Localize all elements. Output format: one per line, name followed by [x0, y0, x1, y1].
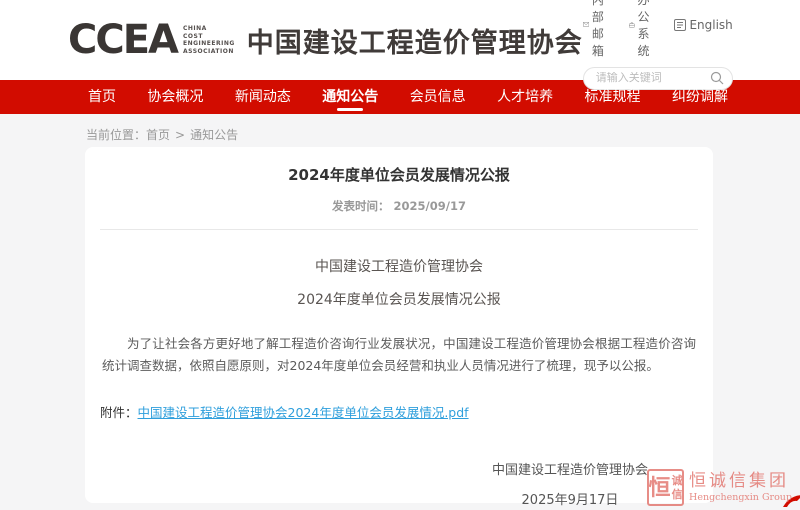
watermark-name: 恒诚信集团 [689, 472, 792, 491]
logo-sub-line: CHINA [183, 25, 235, 33]
logo-sub-line: COST [183, 33, 235, 41]
site-header: CCEA CHINA COST ENGINEERING ASSOCIATION … [0, 0, 800, 80]
signature-name: 中国建设工程造价管理协会 [492, 459, 648, 478]
org-name: 中国建设工程造价管理协会 [247, 21, 583, 60]
nav-item-members[interactable]: 会员信息 [410, 80, 466, 114]
signature-date: 2025年9月17日 [492, 489, 648, 508]
attachment-label: 附件： [100, 405, 138, 420]
breadcrumb: 当前位置：首页 > 通知公告 [0, 114, 800, 147]
logo-sub-line: ASSOCIATION [183, 48, 235, 56]
hengchengxin-seal-icon: 恒 诚 信 [647, 469, 684, 506]
link-office-system[interactable]: 办公系统 [629, 0, 659, 59]
utility-link-label: 办公系统 [638, 0, 659, 59]
breadcrumb-current: 通知公告 [190, 128, 238, 142]
briefcase-icon [629, 19, 635, 31]
nav-item-news[interactable]: 新闻动态 [235, 80, 291, 114]
watermark-name-en: Hengchengxin Group [689, 492, 792, 503]
logo-sub-line: ENGINEERING [183, 40, 235, 48]
article-paragraph: 为了让社会各方更好地了解工程造价咨询行业发展状况，中国建设工程造价管理协会根据工… [100, 333, 698, 377]
seal-char: 信 [672, 488, 683, 501]
nav-item-notices[interactable]: 通知公告 [322, 80, 378, 114]
publish-date: 发表时间： 2025/09/17 [100, 198, 698, 214]
site-logo[interactable]: CCEA CHINA COST ENGINEERING ASSOCIATION … [68, 20, 583, 60]
article-body-title: 2024年度单位会员发展情况公报 [100, 289, 698, 309]
watermark-text: 恒诚信集团 Hengchengxin Group [689, 472, 792, 503]
logo-subtext: CHINA COST ENGINEERING ASSOCIATION [183, 25, 235, 55]
utility-link-label: English [689, 18, 732, 32]
book-icon [674, 19, 686, 31]
nav-item-mediation[interactable]: 纠纷调解 [672, 80, 728, 114]
breadcrumb-home-link[interactable]: 首页 [146, 128, 170, 142]
mail-icon [583, 19, 589, 30]
link-internal-mail[interactable]: 内部邮箱 [583, 0, 613, 59]
breadcrumb-label: 当前位置： [86, 128, 146, 142]
article-card: 2024年度单位会员发展情况公报 发表时间： 2025/09/17 中国建设工程… [85, 147, 713, 503]
nav-item-standards[interactable]: 标准规程 [585, 80, 641, 114]
main-nav: 首页 协会概况 新闻动态 通知公告 会员信息 人才培养 标准规程 纠纷调解 [0, 80, 800, 114]
article-title: 2024年度单位会员发展情况公报 [100, 164, 698, 185]
seal-char: 诚 [672, 474, 683, 487]
signature-block: 中国建设工程造价管理协会 2025年9月17日 [100, 459, 698, 508]
watermark: 恒 诚 信 恒诚信集团 Hengchengxin Group [647, 469, 792, 506]
logo-acronym: CCEA [68, 20, 177, 60]
attachment-row: 附件：中国建设工程造价管理协会2024年度单位会员发展情况.pdf [100, 402, 698, 421]
nav-item-training[interactable]: 人才培养 [497, 80, 553, 114]
divider [100, 229, 698, 230]
article-body-org: 中国建设工程造价管理协会 [100, 256, 698, 276]
utility-links: 内部邮箱 办公系统 English [583, 0, 733, 59]
nav-item-about[interactable]: 协会概况 [147, 80, 203, 114]
header-right: 内部邮箱 办公系统 English [583, 0, 733, 90]
link-english[interactable]: English [674, 18, 732, 32]
utility-link-label: 内部邮箱 [592, 0, 613, 59]
breadcrumb-separator: > [175, 128, 185, 142]
seal-char: 恒 [649, 477, 671, 499]
attachment-pdf-link[interactable]: 中国建设工程造价管理协会2024年度单位会员发展情况.pdf [138, 405, 469, 420]
nav-item-home[interactable]: 首页 [88, 80, 116, 114]
